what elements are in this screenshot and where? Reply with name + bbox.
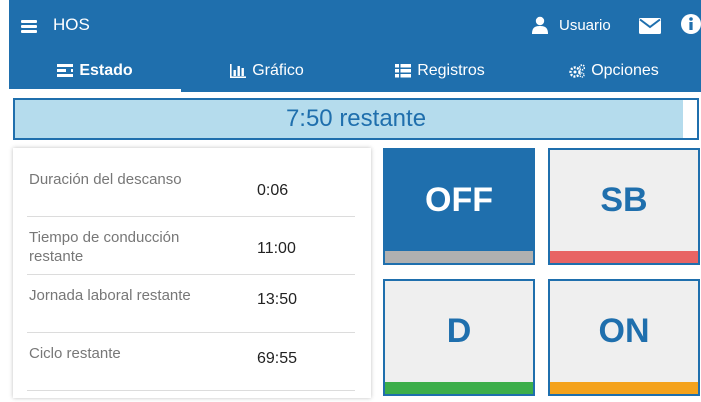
app-header: HOS Usuario Estado Gráfico Registros Opc… [9,0,701,92]
status-label: OFF [425,181,493,219]
tab-label: Opciones [591,62,659,79]
status-color-stripe [385,251,533,263]
info-value: 13:50 [257,291,298,308]
status-label: D [446,312,472,350]
status-list-icon [57,64,74,77]
tab-label: Gráfico [252,62,304,79]
status-off-button[interactable]: OFF [383,148,535,265]
tab-label: Estado [79,62,133,79]
tab-estado[interactable]: Estado [9,50,181,92]
info-row-break-duration: Duración del descanso 0:06 [27,160,355,217]
status-label: ON [598,312,650,350]
tab-registros[interactable]: Registros [353,50,527,92]
info-label: Tiempo de conducción restante [29,229,180,265]
hours-summary-card: Duración del descanso 0:06 Tiempo de con… [13,148,371,398]
app-title: HOS [53,15,90,34]
remaining-time-text: 7:50 restante [285,105,427,132]
mail-icon[interactable] [639,18,661,34]
status-color-stripe [550,251,698,263]
active-tab-indicator [9,89,181,92]
info-label: Ciclo restante [29,345,121,362]
list-icon [395,64,412,78]
info-row-driving-remaining: Tiempo de conducción restante 11:00 [27,218,355,275]
status-color-stripe [550,382,698,394]
status-sb-button[interactable]: SB [548,148,700,265]
bar-chart-icon [230,64,247,78]
info-value: 69:55 [257,350,298,367]
info-value: 11:00 [257,240,296,257]
status-label: SB [600,181,648,219]
tab-label: Registros [417,62,485,79]
info-label: Jornada laboral restante [29,287,191,304]
menu-icon[interactable] [21,20,37,33]
tab-grafico[interactable]: Gráfico [181,50,353,92]
status-on-button[interactable]: ON [548,279,700,396]
info-row-workday-remaining: Jornada laboral restante 13:50 [27,276,355,333]
remaining-time-bar: 7:50 restante [13,98,699,140]
info-label: Duración del descanso [29,171,182,188]
status-color-stripe [385,382,533,394]
status-d-button[interactable]: D [383,279,535,396]
tab-bar: Estado Gráfico Registros Opciones [9,50,701,92]
info-value: 0:06 [257,182,289,199]
tab-opciones[interactable]: Opciones [527,50,701,92]
gears-icon [569,64,586,78]
info-row-cycle-remaining: Ciclo restante 69:55 [27,334,355,391]
info-icon[interactable] [681,14,701,34]
user-icon[interactable] [531,16,549,34]
user-menu-label[interactable]: Usuario [559,17,611,34]
